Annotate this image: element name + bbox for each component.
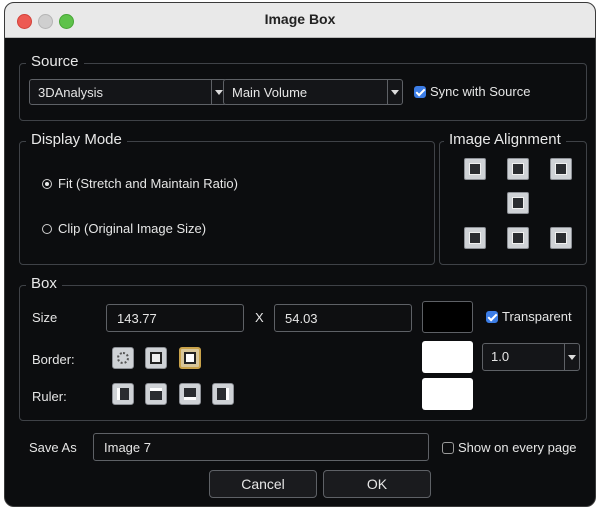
- align-top-left-button[interactable]: [464, 158, 486, 180]
- volume-dropdown[interactable]: Main Volume: [223, 79, 403, 105]
- fit-radio[interactable]: [42, 179, 52, 189]
- display-mode-group: Display Mode Fit (Stretch and Maintain R…: [19, 131, 435, 265]
- border-label: Border:: [32, 352, 75, 367]
- fit-radio-label: Fit (Stretch and Maintain Ratio): [58, 176, 238, 191]
- ruler-bottom-button[interactable]: [179, 383, 201, 405]
- box-group: Box Size 143.77 X 54.03 Transparent Bord…: [19, 275, 587, 421]
- border-color-swatch[interactable]: [422, 341, 473, 373]
- save-as-value: Image 7: [104, 440, 151, 455]
- ruler-top-button[interactable]: [145, 383, 167, 405]
- border-thick-button[interactable]: [179, 347, 201, 369]
- display-mode-legend: Display Mode: [26, 131, 127, 148]
- transparent-label: Transparent: [502, 309, 572, 324]
- source-dropdown-value: 3DAnalysis: [38, 85, 104, 100]
- size-label: Size: [32, 310, 58, 325]
- transparent-checkbox[interactable]: [486, 311, 498, 323]
- sync-with-source-checkbox[interactable]: [414, 86, 426, 98]
- border-width-dropdown[interactable]: 1.0: [482, 343, 580, 371]
- sync-with-source-label: Sync with Source: [430, 84, 531, 99]
- image-alignment-legend: Image Alignment: [444, 131, 566, 148]
- save-as-label: Save As: [29, 440, 77, 455]
- image-alignment-group: Image Alignment: [439, 131, 587, 265]
- align-bottom-right-button[interactable]: [550, 227, 572, 249]
- width-field[interactable]: 143.77: [106, 304, 244, 332]
- show-every-page-checkbox[interactable]: [442, 442, 454, 454]
- border-width-value: 1.0: [491, 349, 510, 364]
- border-thin-button[interactable]: [145, 347, 167, 369]
- cancel-button[interactable]: Cancel: [209, 470, 317, 498]
- align-top-right-button[interactable]: [550, 158, 572, 180]
- ok-button[interactable]: OK: [323, 470, 431, 498]
- box-legend: Box: [26, 275, 62, 292]
- source-dropdown[interactable]: 3DAnalysis: [29, 79, 227, 105]
- border-none-button[interactable]: [112, 347, 134, 369]
- show-every-page-label: Show on every page: [458, 440, 577, 455]
- height-value: 54.03: [285, 311, 318, 326]
- align-bottom-left-button[interactable]: [464, 227, 486, 249]
- ruler-left-button[interactable]: [112, 383, 134, 405]
- width-value: 143.77: [117, 311, 157, 326]
- volume-dropdown-value: Main Volume: [232, 85, 308, 100]
- align-center-button[interactable]: [507, 192, 529, 214]
- height-field[interactable]: 54.03: [274, 304, 412, 332]
- ruler-label: Ruler:: [32, 389, 67, 404]
- save-as-field[interactable]: Image 7: [93, 433, 429, 461]
- title-bar: Image Box: [5, 3, 595, 38]
- chevron-down-icon: [387, 80, 402, 104]
- image-box-dialog: Image Box Source 3DAnalysis Main Volume …: [4, 2, 596, 507]
- window-title: Image Box: [264, 11, 336, 27]
- x-label: X: [255, 310, 264, 325]
- align-bottom-center-button[interactable]: [507, 227, 529, 249]
- source-group: Source 3DAnalysis Main Volume Sync with …: [19, 53, 587, 121]
- ruler-right-button[interactable]: [212, 383, 234, 405]
- ruler-color-swatch[interactable]: [422, 378, 473, 410]
- chevron-down-icon: [564, 344, 579, 370]
- source-legend: Source: [26, 53, 84, 70]
- align-top-center-button[interactable]: [507, 158, 529, 180]
- clip-radio-label: Clip (Original Image Size): [58, 221, 207, 236]
- fill-color-swatch[interactable]: [422, 301, 473, 333]
- clip-radio[interactable]: [42, 224, 52, 234]
